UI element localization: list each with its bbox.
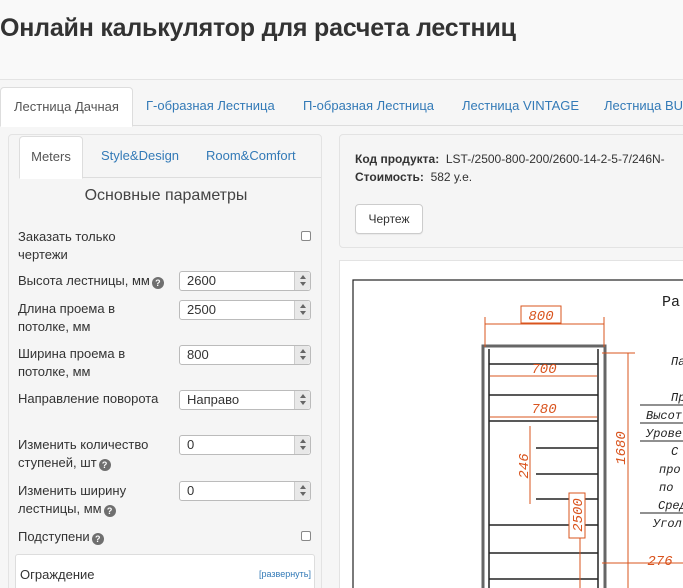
spec-row: про xyxy=(659,463,681,477)
help-icon[interactable]: ? xyxy=(98,459,111,471)
height-label-text: Высота лестницы, мм xyxy=(18,273,150,288)
steps xyxy=(489,363,598,580)
select-arrows-icon xyxy=(294,436,310,454)
tab-but[interactable]: Лестница BUT xyxy=(591,87,683,126)
spec-table: Па Пр Высот Урове С про по Сред Угол xyxy=(645,355,683,531)
fence-expand-link[interactable]: [развернуть] xyxy=(259,569,311,579)
steps-count-select[interactable]: 0 xyxy=(179,435,311,455)
steps-count-line1: Изменить количество xyxy=(18,437,149,452)
dimensions xyxy=(484,317,683,588)
fence-label: Ограждение xyxy=(20,567,95,582)
opening-length-value: 2500 xyxy=(187,302,216,317)
drawing-canvas: Ра 800 700 780 246 2500 1680 276 П П Выс… xyxy=(352,279,683,588)
select-arrows-icon xyxy=(294,301,310,319)
price-line: Стоимость: 582 у.е. xyxy=(355,170,472,184)
select-arrows-icon xyxy=(294,391,310,409)
opening-length-select[interactable]: 2500 xyxy=(179,300,311,320)
help-icon[interactable]: ? xyxy=(91,533,104,545)
tab-meters[interactable]: Meters xyxy=(19,136,83,179)
product-code-value: LST-/2500-800-200/2600-14-2-5-7/246N- xyxy=(445,152,665,166)
turn-direction-value: Направо xyxy=(187,392,240,407)
spec-row: Па xyxy=(671,355,683,369)
product-info-panel: Код продукта: LST-/2500-800-200/2600-14-… xyxy=(339,134,683,248)
price-value: 582 у.е. xyxy=(430,170,473,184)
spec-row: Пр xyxy=(671,391,683,405)
opening-length-line1: Длина проема в xyxy=(18,301,116,316)
turn-direction-label: Направление поворота xyxy=(18,391,159,406)
tab-g-obraznaya[interactable]: Г-образная Лестница xyxy=(133,87,288,126)
product-code-label: Код продукта: xyxy=(355,152,440,166)
opening-width-line1: Ширина проема в xyxy=(18,346,126,361)
opening-length-line2: потолке, мм xyxy=(18,319,91,334)
spec-row: Сред xyxy=(658,499,683,513)
opening-width-select[interactable]: 800 xyxy=(179,345,311,365)
stair-width-line2: лестницы, мм xyxy=(18,501,102,516)
stair-width-label: Изменить ширину лестницы, мм? xyxy=(18,482,183,518)
product-code-line: Код продукта: LST-/2500-800-200/2600-14-… xyxy=(355,152,665,166)
price-label: Стоимость: xyxy=(355,170,424,184)
header: Онлайн калькулятор для расчета лестниц xyxy=(0,0,683,80)
sub-tabs: Meters Style&Design Room&Comfort xyxy=(19,136,321,179)
tab-room-comfort[interactable]: Room&Comfort xyxy=(206,136,296,178)
dim-800: 800 xyxy=(528,309,553,325)
dim-246: 246 xyxy=(517,453,533,478)
drawings-only-label-line1: Заказать только xyxy=(18,229,116,244)
opening-length-label: Длина проема в потолке, мм xyxy=(18,300,183,336)
help-icon[interactable]: ? xyxy=(151,277,164,289)
height-value: 2600 xyxy=(187,273,216,288)
stair-width-select[interactable]: 0 xyxy=(179,481,311,501)
opening-width-value: 800 xyxy=(187,347,209,362)
select-arrows-icon xyxy=(294,482,310,500)
risers-label-text: Подступени xyxy=(18,529,90,544)
tab-lestnica-dachnaya[interactable]: Лестница Дачная xyxy=(0,87,133,127)
dim-700: 700 xyxy=(531,362,556,378)
panel-title: Основные параметры xyxy=(84,187,248,204)
select-arrows-icon xyxy=(294,272,310,290)
drawings-only-label-line2: чертежи xyxy=(18,247,68,262)
steps-count-value: 0 xyxy=(187,437,195,452)
spec-row: Угол xyxy=(652,517,682,531)
tab-p-obraznaya[interactable]: П-образная Лестница xyxy=(290,87,447,126)
spec-row: С xyxy=(671,445,679,459)
help-icon[interactable]: ? xyxy=(103,505,116,517)
spec-row: Высот xyxy=(646,409,683,423)
steps-count-line2: ступеней, шт xyxy=(18,455,97,470)
drawings-only-label: Заказать только чертежи xyxy=(18,228,183,264)
stair-width-value: 0 xyxy=(187,483,195,498)
main-tabs: Лестница Дачная Г-образная Лестница П-об… xyxy=(0,87,683,127)
tab-style-design[interactable]: Style&Design xyxy=(101,136,179,178)
drawing-frame xyxy=(352,279,683,588)
select-arrows-icon xyxy=(294,346,310,364)
dim-276: 276 xyxy=(647,554,672,570)
dim-780: 780 xyxy=(531,402,556,418)
page-title: Онлайн калькулятор для расчета лестниц xyxy=(0,14,516,42)
stair-drawing: Ра 800 700 780 246 2500 1680 276 П П Выс… xyxy=(339,260,683,588)
fence-section: Ограждение [развернуть] xyxy=(15,554,315,588)
drawing-header-text: Ра xyxy=(662,294,680,311)
opening-width-line2: потолке, мм xyxy=(18,364,91,379)
spec-row: по xyxy=(659,481,673,495)
risers-checkbox[interactable] xyxy=(301,531,311,541)
spec-row: Урове xyxy=(645,427,682,441)
stair-outline xyxy=(481,344,607,588)
turn-direction-select[interactable]: Направо xyxy=(179,390,311,410)
page: Онлайн калькулятор для расчета лестниц Л… xyxy=(0,0,683,588)
drawing-button[interactable]: Чертеж xyxy=(355,204,423,234)
height-select[interactable]: 2600 xyxy=(179,271,311,291)
tab-vintage[interactable]: Лестница VINTAGE xyxy=(449,87,592,126)
height-label: Высота лестницы, мм? xyxy=(18,272,183,290)
dim-2500: 2500 xyxy=(571,498,587,532)
risers-label: Подступени? xyxy=(18,528,183,546)
dim-1680: 1680 xyxy=(614,431,630,465)
opening-width-label: Ширина проема в потолке, мм xyxy=(18,345,183,381)
parameters-panel: Meters Style&Design Room&Comfort Основны… xyxy=(8,134,322,588)
drawings-only-checkbox[interactable] xyxy=(301,231,311,241)
steps-count-label: Изменить количество ступеней, шт? xyxy=(18,436,183,472)
stair-width-line1: Изменить ширину xyxy=(18,483,127,498)
